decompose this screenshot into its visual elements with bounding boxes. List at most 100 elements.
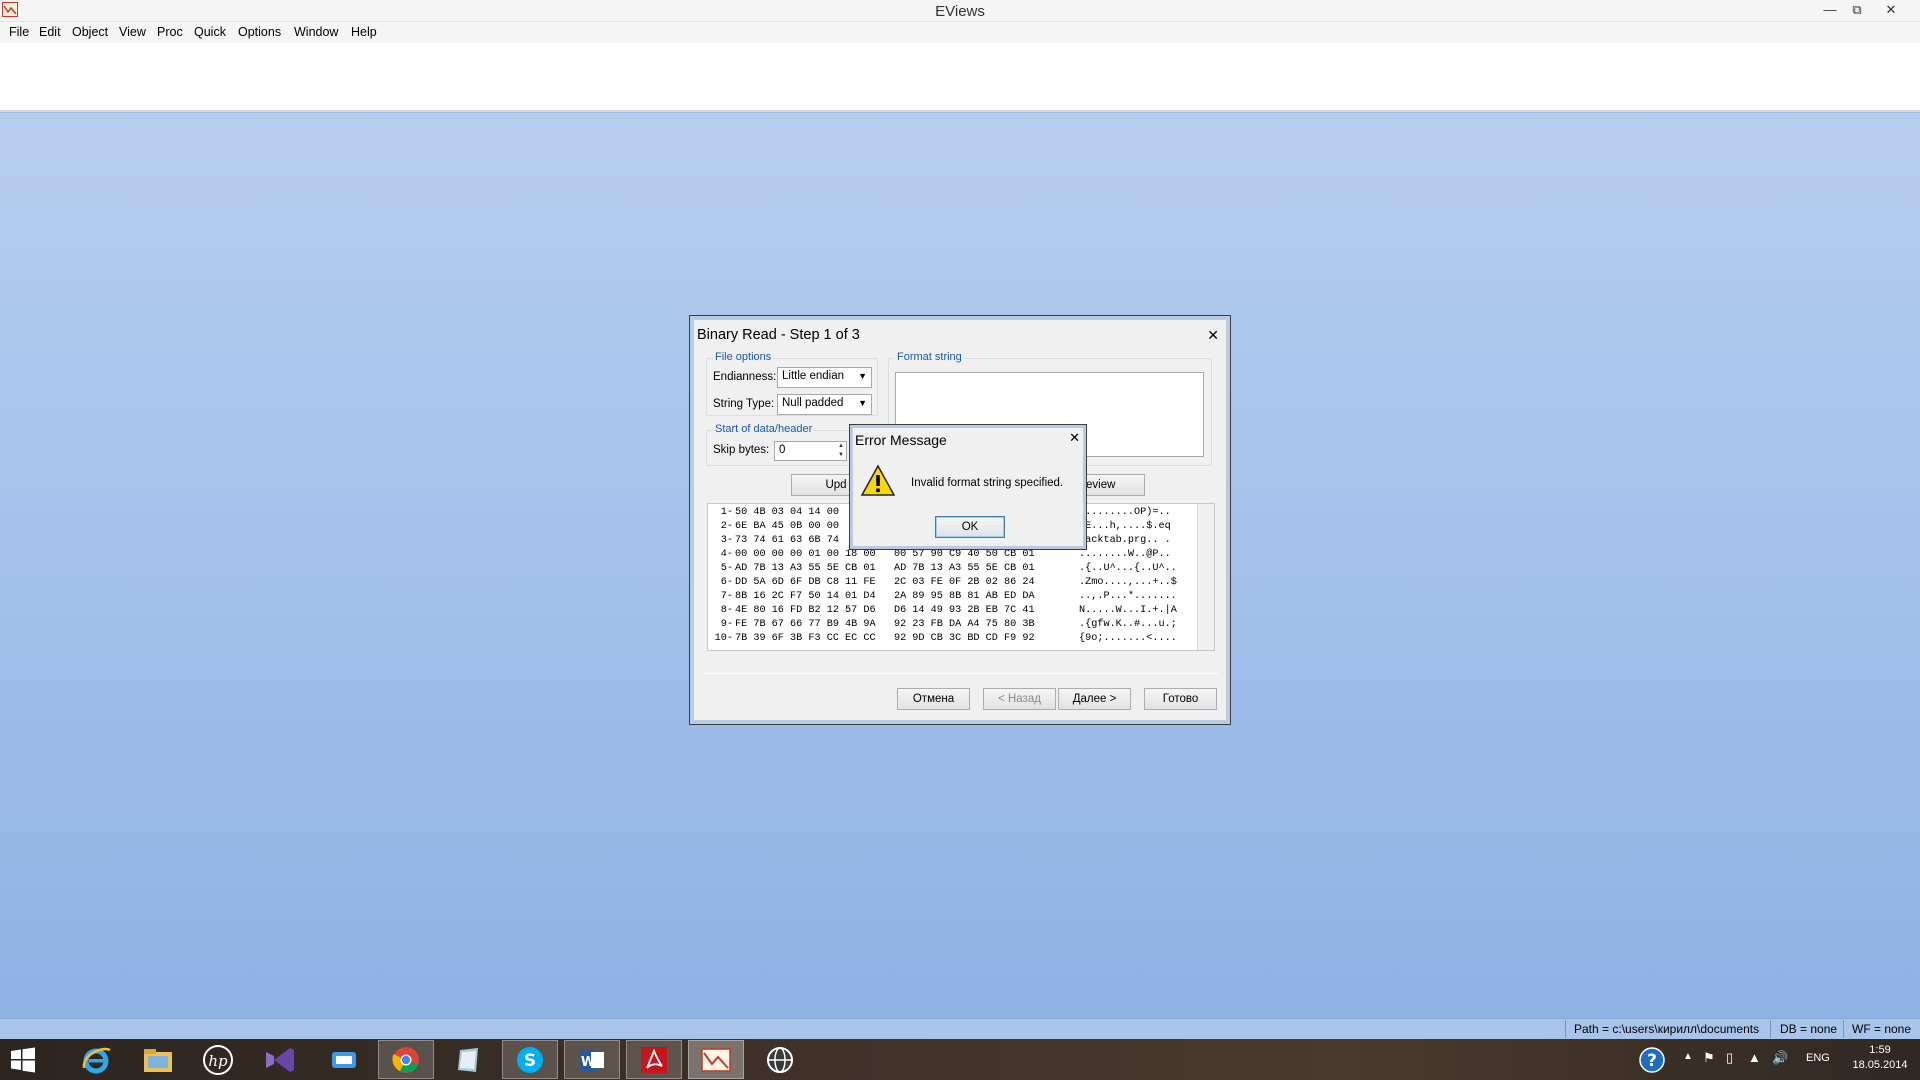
hex-line-number: 9- [720, 619, 733, 630]
notebook-icon [458, 1047, 478, 1072]
hex-ascii: K........OP)=.. [1079, 507, 1171, 518]
internet-explorer-button[interactable] [68, 1040, 124, 1079]
hex-bytes: 7B 39 6F 3B F3 CC EC CC 92 9D CB 3C BD C… [735, 633, 1035, 644]
hex-line-number: 3- [720, 535, 733, 546]
error-message-dialog: Error Message ✕ Invalid format string sp… [849, 424, 1087, 550]
hex-scrollbar[interactable] [1197, 504, 1214, 650]
help-tray-icon[interactable]: ? [1638, 1046, 1666, 1080]
spinner-arrows-icon[interactable]: ▲ ▼ [836, 442, 846, 460]
string-type-label: String Type: [713, 398, 775, 410]
endianness-select[interactable]: Little endian ▼ [777, 367, 872, 388]
hex-bytes: 00 00 00 00 01 00 18 00 00 57 90 C9 40 5… [735, 549, 1035, 560]
eviews-taskbar-button[interactable] [688, 1040, 744, 1079]
status-db: DB = none [1780, 1022, 1838, 1036]
command-window[interactable] [0, 43, 1920, 112]
menu-edit[interactable]: Edit [39, 25, 61, 39]
menu-file[interactable]: File [9, 25, 29, 39]
skype-icon: S [517, 1046, 543, 1073]
svg-text:S: S [524, 1051, 536, 1071]
hex-ascii: {9o;.......<.... [1079, 633, 1177, 644]
skip-bytes-input[interactable]: 0 ▲ ▼ [774, 441, 847, 461]
network-app-button[interactable] [316, 1040, 372, 1079]
eviews-icon [701, 1047, 731, 1072]
network-signal-icon[interactable]: ▲ [1748, 1050, 1761, 1080]
back-button[interactable]: < Назад [983, 688, 1056, 710]
status-separator [1770, 1020, 1771, 1038]
cancel-button[interactable]: Отмена [897, 688, 970, 710]
hex-line-number: 6- [720, 577, 733, 588]
menu-options[interactable]: Options [238, 25, 281, 39]
dialog-title-bar: Binary Read - Step 1 of 3 ✕ [695, 321, 1225, 351]
close-icon[interactable]: ✕ [1069, 430, 1080, 446]
hex-bytes: DD 5A 6D 6F DB C8 11 FE 2C 03 FE 0F 2B 0… [735, 577, 1035, 588]
minimize-button[interactable]: — [1816, 1, 1844, 19]
svg-text:hp: hp [208, 1052, 228, 1070]
hp-logo-icon: hp [203, 1044, 233, 1075]
skip-bytes-label: Skip bytes: [713, 444, 770, 456]
hex-line-number: 1- [720, 507, 733, 518]
skype-button[interactable]: S [502, 1040, 558, 1079]
hex-bytes: 4E 80 16 FD B2 12 57 D6 D6 14 49 93 2B E… [735, 605, 1035, 616]
hex-bytes: 8B 16 2C F7 50 14 01 D4 2A 89 95 8B 81 A… [735, 591, 1035, 602]
chrome-button[interactable] [378, 1040, 434, 1079]
globe-icon [767, 1046, 793, 1073]
chrome-icon [392, 1046, 419, 1073]
window-title: EViews [935, 3, 985, 20]
status-bar: Path = c:\users\кирилл\documents DB = no… [0, 1018, 1920, 1039]
status-separator [1565, 1020, 1566, 1038]
warning-icon [860, 464, 896, 497]
error-title: Error Message [855, 432, 947, 448]
taskbar: hp S W ? ▲ ⚑ ▯ ▲ 🔊 ENG 1:59 18.05.2014 [0, 1039, 1920, 1080]
hex-bytes: 50 4B 03 04 14 00 [735, 507, 839, 518]
hex-ascii: .{..U^...{..U^.. [1079, 563, 1177, 574]
menu-quick[interactable]: Quick [194, 25, 226, 39]
speaker-icon[interactable]: 🔊 [1772, 1050, 1788, 1080]
clock[interactable]: 1:59 18.05.2014 [1850, 1043, 1910, 1080]
menu-proc[interactable]: Proc [157, 25, 183, 39]
start-button[interactable] [0, 1040, 46, 1079]
file-options-label: File options [713, 351, 774, 363]
menu-help[interactable]: Help [351, 25, 377, 39]
acrobat-button[interactable] [626, 1040, 682, 1079]
error-message: Invalid format string specified. [911, 477, 1064, 489]
finish-button[interactable]: Готово [1144, 688, 1217, 710]
internet-explorer-icon [82, 1047, 111, 1073]
hex-bytes: 6E BA 45 0B 00 00 [735, 521, 839, 532]
hp-button[interactable]: hp [190, 1040, 246, 1079]
menu-object[interactable]: Object [72, 25, 108, 39]
hex-line-number: 2- [720, 521, 733, 532]
hex-line-number: 10- [714, 633, 733, 644]
menu-bar: File Edit Object View Proc Quick Options… [0, 22, 1920, 43]
status-separator [1843, 1020, 1844, 1038]
close-window-button[interactable]: ✕ [1877, 1, 1905, 19]
device-icon[interactable]: ▯ [1726, 1050, 1733, 1080]
clock-date: 18.05.2014 [1852, 1059, 1908, 1071]
string-type-select[interactable]: Null padded ▼ [777, 394, 872, 415]
dialog-separator [704, 673, 1218, 674]
file-explorer-button[interactable] [130, 1040, 186, 1079]
hex-line-number: 8- [720, 605, 733, 616]
endianness-value: Little endian [782, 370, 845, 382]
visual-studio-button[interactable] [252, 1040, 308, 1079]
globe-app-button[interactable] [752, 1040, 808, 1079]
folder-icon [144, 1048, 172, 1072]
hex-ascii: tacktab.prg.. . [1079, 535, 1171, 546]
word-button[interactable]: W [564, 1040, 620, 1079]
language-indicator[interactable]: ENG [1806, 1052, 1830, 1080]
next-button[interactable]: Далее > [1058, 688, 1131, 710]
hex-ascii: N.....W...I.+.|A [1079, 605, 1177, 616]
menu-window[interactable]: Window [294, 25, 338, 39]
skip-bytes-value: 0 [779, 444, 786, 456]
svg-text:W: W [581, 1055, 595, 1070]
status-wf: WF = none [1852, 1022, 1912, 1036]
close-icon[interactable]: ✕ [1207, 327, 1219, 344]
menu-view[interactable]: View [119, 25, 146, 39]
restore-button[interactable]: ⧉ [1843, 1, 1871, 19]
flag-icon[interactable]: ⚑ [1703, 1050, 1715, 1080]
hex-line-number: 5- [720, 563, 733, 574]
notes-app-button[interactable] [440, 1040, 496, 1079]
show-hidden-icons-icon[interactable]: ▲ [1683, 1051, 1693, 1080]
string-type-value: Null padded [782, 397, 844, 409]
hex-ascii: .{gfw.K..#...u.; [1079, 619, 1177, 630]
ok-button[interactable]: OK [935, 516, 1005, 538]
